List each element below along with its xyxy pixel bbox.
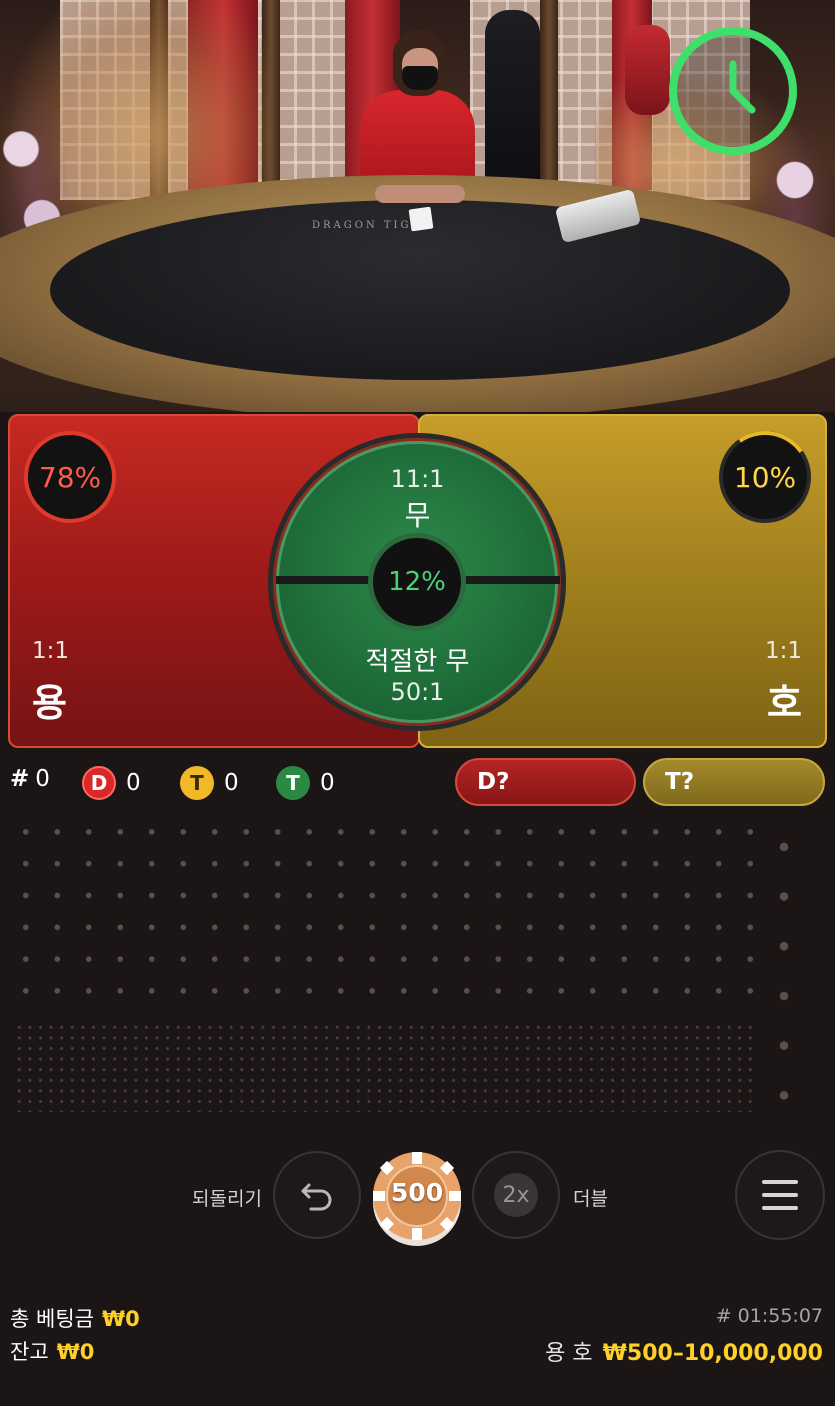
table-limits-label: 용 호: [545, 1341, 593, 1366]
total-bet-value: ₩0: [101, 1307, 140, 1331]
tiger-badge-icon: T: [180, 766, 214, 800]
undo-button[interactable]: [273, 1151, 361, 1239]
suited-tie-label: 적절한 무: [365, 647, 470, 677]
total-bet-label: 총 베팅금: [10, 1307, 94, 1331]
double-icon: 2x: [494, 1173, 538, 1217]
double-button[interactable]: 2x: [472, 1151, 560, 1239]
staff-figure: [625, 25, 670, 115]
stat-tie-count: 0: [320, 770, 335, 796]
staff-figure: [485, 10, 540, 185]
chip-value: 500: [390, 1178, 444, 1207]
hamburger-menu-icon: [762, 1180, 798, 1210]
clock-icon: [666, 24, 800, 158]
menu-button[interactable]: [735, 1150, 825, 1240]
stat-dragon-count: 0: [126, 770, 141, 796]
balance: 잔고 ₩0: [10, 1336, 94, 1366]
dragon-prediction-button[interactable]: D?: [455, 758, 636, 806]
tie-badge-icon: T: [276, 766, 310, 800]
tie-label: 무: [404, 499, 431, 532]
balance-label: 잔고: [10, 1340, 49, 1364]
tiger-prediction-button[interactable]: T?: [643, 758, 825, 806]
stat-tiger-count: 0: [224, 770, 239, 796]
derived-road-grid: [14, 1022, 754, 1112]
stat-rounds-count: 0: [35, 766, 50, 792]
playing-card: [408, 206, 434, 232]
tie-bet-percentage: 12%: [368, 533, 466, 631]
stat-tie-wins: T 0: [276, 766, 335, 800]
stat-dragon-wins: D 0: [82, 766, 141, 800]
table-limits[interactable]: 용 호 ₩500–10,000,000: [545, 1335, 823, 1367]
undo-label: 되돌리기: [192, 1188, 262, 1210]
hash-icon: #: [10, 766, 30, 792]
bead-road-grid: [14, 820, 754, 1000]
total-bet: 총 베팅금 ₩0: [10, 1303, 140, 1333]
dealer-hands: [375, 185, 465, 203]
dragon-badge-icon: D: [82, 766, 116, 800]
side-road-grid: [768, 826, 800, 1106]
stat-tiger-wins: T 0: [180, 766, 239, 800]
suited-tie-odds: 50:1: [390, 678, 445, 706]
undo-icon: [301, 1183, 332, 1211]
balance-value: ₩0: [56, 1340, 95, 1364]
double-label: 더블: [573, 1188, 608, 1210]
dealer-mask: [402, 66, 438, 90]
tie-odds: 11:1: [390, 465, 445, 493]
stat-rounds: # 0: [10, 766, 50, 792]
round-id: # 01:55:07: [715, 1305, 823, 1327]
table-limits-value: ₩500–10,000,000: [602, 1341, 823, 1366]
